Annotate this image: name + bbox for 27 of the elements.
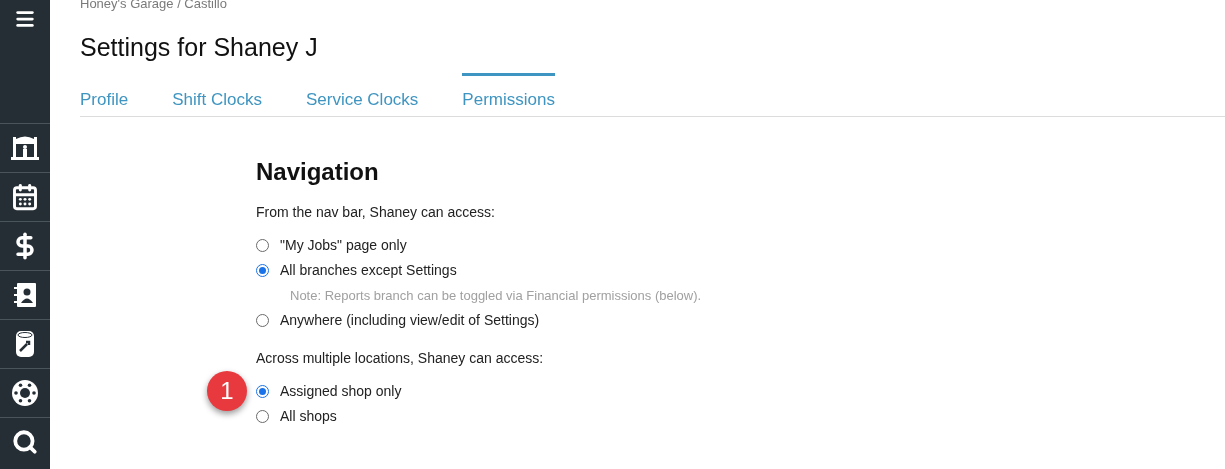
- radio-label: Assigned shop only: [280, 382, 402, 401]
- radio-label: "My Jobs" page only: [280, 236, 407, 255]
- radio-label: Anywhere (including view/edit of Settings): [280, 311, 540, 330]
- contact-book-icon[interactable]: [13, 282, 37, 308]
- oil-can-wrench-icon[interactable]: [14, 329, 36, 359]
- tab[interactable]: Service Clocks: [305, 73, 419, 116]
- radio-button[interactable]: [256, 385, 269, 398]
- radio-label: All branches except Settings: [280, 261, 457, 280]
- radio-label: All shops: [280, 407, 337, 426]
- section-heading: Navigation: [256, 157, 380, 187]
- radio-button[interactable]: [256, 314, 269, 327]
- tab[interactable]: Permissions: [462, 73, 555, 116]
- tab[interactable]: Profile: [80, 73, 129, 116]
- note-text: Note: Reports branch can be toggled via Financial permissions (below).: [290, 287, 703, 305]
- wheel-icon[interactable]: [11, 379, 39, 407]
- menu-icon[interactable]: [14, 8, 36, 30]
- car-lift-icon[interactable]: [11, 135, 39, 161]
- group-prompt: From the nav bar, Shaney can access:: [256, 203, 496, 222]
- step-badge: 1: [207, 371, 247, 411]
- search-icon[interactable]: [12, 429, 38, 455]
- radio-button[interactable]: [256, 410, 269, 423]
- radio-button[interactable]: [256, 239, 269, 252]
- page-title: Settings for Shaney J: [80, 32, 319, 62]
- group-prompt: Across multiple locations, Shaney can access:: [256, 349, 545, 368]
- radio-button[interactable]: [256, 264, 269, 277]
- tab[interactable]: Shift Clocks: [172, 73, 262, 116]
- calendar-icon[interactable]: [11, 183, 39, 211]
